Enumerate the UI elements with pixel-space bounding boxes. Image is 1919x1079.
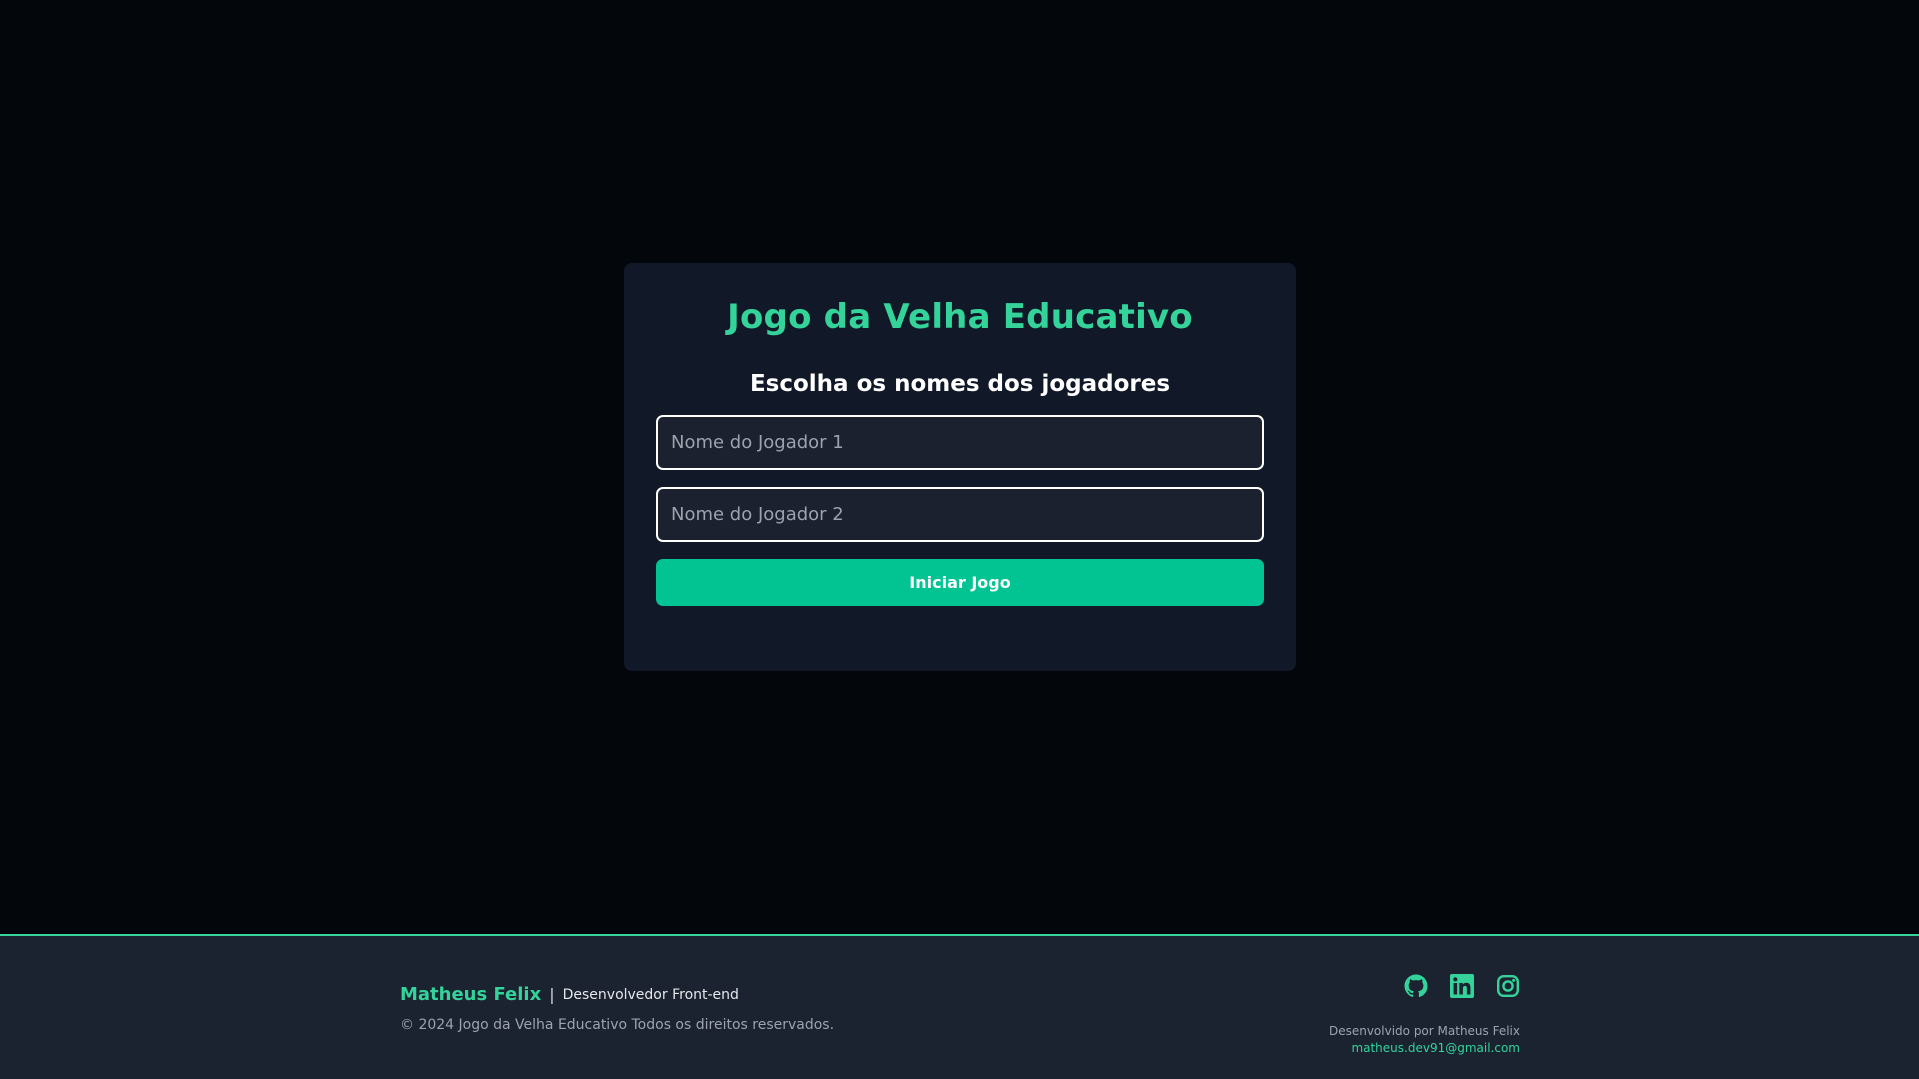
credit-text: Desenvolvido por Matheus Felix (1328, 1024, 1520, 1038)
footer-left: Matheus Felix | Desenvolvedor Front-end … (400, 984, 834, 1033)
footer-right: Desenvolvido por Matheus Felix matheus.d… (1329, 974, 1520, 1055)
email-link[interactable]: matheus.dev91@gmail.com (1329, 1041, 1520, 1055)
footer: Matheus Felix | Desenvolvedor Front-end … (0, 934, 1919, 1079)
separator: | (549, 985, 555, 1004)
players-subtitle: Escolha os nomes dos jogadores (749, 371, 1171, 397)
player2-name-input[interactable] (656, 487, 1264, 542)
copyright-text: © 2024 Jogo da Velha Educativo Todos os … (400, 1017, 835, 1033)
linkedin-link[interactable] (1450, 974, 1474, 998)
player1-name-input[interactable] (656, 415, 1264, 470)
github-icon (1404, 974, 1428, 998)
github-link[interactable] (1404, 974, 1428, 998)
social-links (1329, 974, 1520, 998)
developer-name: Matheus Felix (400, 984, 542, 1005)
game-title: Jogo da Velha Educativo (727, 297, 1193, 337)
linkedin-icon (1450, 974, 1474, 998)
developer-role: Desenvolvedor Front-end (562, 986, 739, 1003)
instagram-link[interactable] (1496, 974, 1520, 998)
instagram-icon (1497, 975, 1520, 998)
start-game-button[interactable]: Iniciar Jogo (656, 559, 1264, 606)
developer-line: Matheus Felix | Desenvolvedor Front-end (400, 984, 834, 1005)
player-setup-card: Jogo da Velha Educativo Escolha os nomes… (624, 263, 1296, 671)
page: Jogo da Velha Educativo Escolha os nomes… (0, 0, 1919, 1079)
